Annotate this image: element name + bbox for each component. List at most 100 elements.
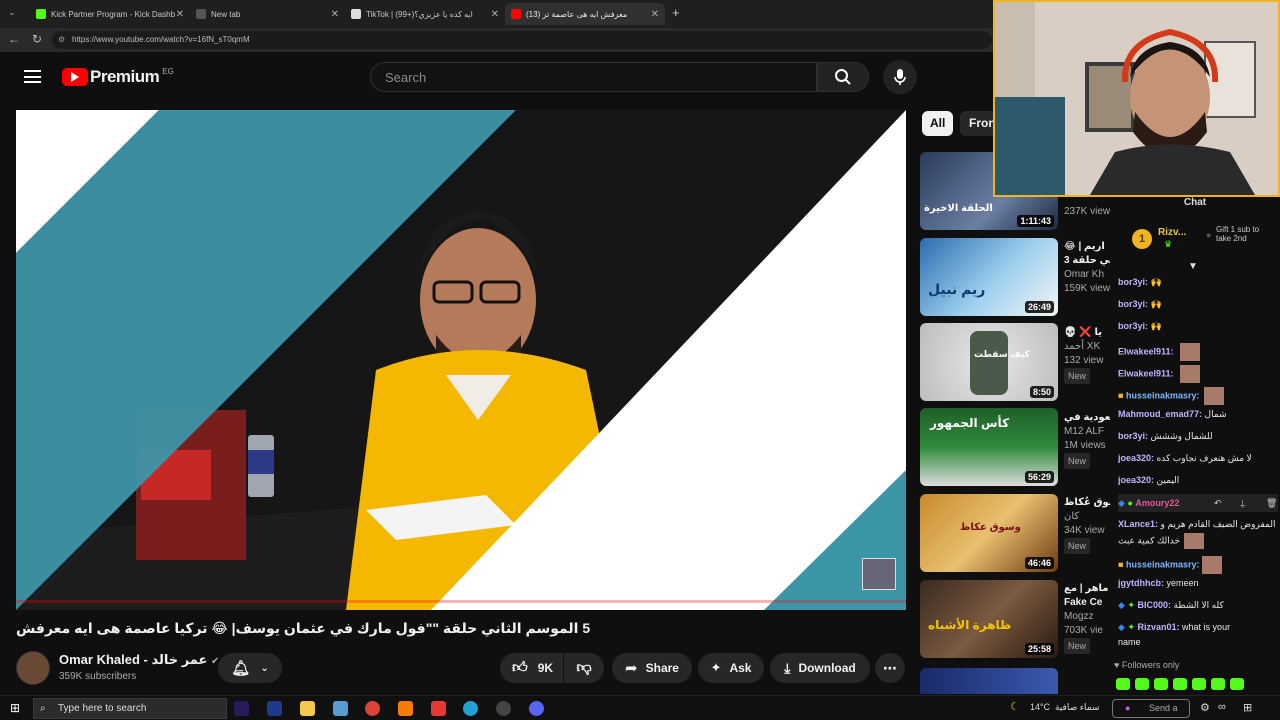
dislike-button[interactable]: 👎︎ (564, 653, 604, 683)
vlc-icon[interactable] (398, 701, 413, 716)
chat-username[interactable]: husseinakmasry: (1126, 390, 1200, 400)
photoshop-icon[interactable] (267, 701, 282, 716)
microphone-icon (894, 69, 906, 85)
tiktok-icon (351, 9, 361, 19)
taskbar-search-input[interactable]: ⌕ Type here to search (33, 698, 227, 719)
chat-username[interactable]: Amoury22 (1135, 498, 1179, 508)
view-count: 132 view (1064, 355, 1104, 366)
share-button[interactable]: ➦ Share (612, 653, 692, 683)
chat-username[interactable]: jgytdhhcb: (1118, 578, 1164, 588)
emote-bar[interactable] (1116, 678, 1266, 690)
recommendation-thumbnail[interactable]: وسوق عكاظ 46:46 (920, 494, 1058, 572)
close-icon[interactable]: ✕ (491, 9, 499, 20)
channel-name[interactable]: Omar Khaled - عمر خالد ✔ (59, 652, 219, 668)
chat-send-input[interactable]: ● Send a (1112, 699, 1190, 718)
discord-icon[interactable] (529, 701, 544, 716)
chat-username[interactable]: Mahmoud_emad77: (1118, 409, 1202, 419)
recommendation-thumbnail[interactable]: كيف سقطت 8:50 (920, 323, 1058, 401)
recommendation-thumbnail[interactable]: كأس الجمهور 56:29 (920, 408, 1058, 486)
channel-avatar[interactable] (16, 651, 50, 685)
chat-username[interactable]: bor3yi: (1118, 277, 1148, 287)
file-explorer-icon[interactable] (300, 701, 315, 716)
emote-icon[interactable] (1173, 678, 1187, 690)
close-icon[interactable]: ✕ (331, 9, 339, 20)
chat-message: Elwakeel911: (1118, 343, 1278, 361)
link-icon[interactable]: ∞ (1218, 701, 1226, 713)
app-icon[interactable] (333, 701, 348, 716)
emote-icon (1201, 556, 1222, 574)
windows-start-icon[interactable]: ⊞ (10, 701, 20, 715)
youtube-logo[interactable]: Premium EG (62, 67, 174, 87)
recommendation-thumbnail[interactable]: ريم نبيل 26:49 (920, 238, 1058, 316)
chrome-icon[interactable] (365, 701, 380, 716)
emote-icon[interactable] (1154, 678, 1168, 690)
thumbs-down-icon: 👎︎ (576, 659, 592, 676)
office-icon[interactable] (431, 701, 446, 716)
gift-icon[interactable]: ⊞ (1243, 701, 1252, 714)
search-input[interactable]: Search (370, 62, 817, 92)
recommendation-meta[interactable]: 💀 ❌ يا أحمد XK 132 view New (1064, 326, 1103, 384)
recommendation-thumbnail[interactable] (920, 668, 1058, 694)
delete-icon[interactable]: 🗑︎ (1266, 494, 1277, 512)
emote-icon[interactable] (1116, 678, 1130, 690)
chat-username[interactable]: Rizvan01: (1138, 622, 1180, 632)
chat-username[interactable]: joea320: (1118, 475, 1154, 485)
chat-username[interactable]: Elwakeel911: (1118, 346, 1174, 356)
chat-message: bor3yi: للشمال وششش (1118, 431, 1278, 442)
more-actions-button[interactable]: ⋯ (875, 653, 905, 683)
thumbnail-text: وسوق عكاظ (960, 522, 1021, 533)
top-gifter-name[interactable]: Rizv... (1158, 227, 1186, 238)
bell-icon: 🔔︎ (231, 660, 251, 677)
chat-username[interactable]: Elwakeel911: (1118, 368, 1174, 378)
chat-username[interactable]: BIC000: (1138, 600, 1172, 610)
gift-prompt[interactable]: Gift 1 sub to take 2nd (1216, 225, 1270, 243)
tab-list-icon[interactable]: ⌄ (8, 7, 16, 18)
tab-kick[interactable]: Kick Partner Program - Kick Dashb ✕ (30, 3, 190, 25)
voice-search-button[interactable] (883, 60, 917, 94)
emote-icon[interactable] (1135, 678, 1149, 690)
close-icon[interactable]: ✕ (176, 9, 184, 20)
close-icon[interactable]: ✕ (651, 9, 659, 20)
gift-icon: ● (1206, 230, 1212, 240)
tab-youtube[interactable]: (13) معرفش ايه هى عاصمة تر ✕ (505, 3, 665, 25)
emote-icon[interactable] (1192, 678, 1206, 690)
recommendation-meta[interactable]: ماهر | مع Fake Ce Mogzz 703K vie New (1064, 582, 1108, 654)
video-player[interactable] (16, 110, 906, 610)
chat-username[interactable]: bor3yi: (1118, 321, 1148, 331)
download-button[interactable]: ⤓ Download (770, 653, 870, 683)
collapse-icon[interactable]: ▼ (1188, 261, 1198, 272)
reload-icon[interactable]: ↻ (32, 32, 42, 46)
tab-tiktok[interactable]: TikTok | (99+)ايه كده يا عزيزي؟ ✕ (345, 3, 505, 25)
settings-icon[interactable]: ⚙ (1200, 701, 1210, 714)
obs-icon[interactable] (496, 701, 511, 716)
temperature[interactable]: 14°C (1030, 702, 1050, 712)
emote-icon[interactable] (1211, 678, 1225, 690)
site-info-icon[interactable]: ⚙ (58, 31, 65, 49)
new-tab-icon[interactable]: + (672, 5, 680, 20)
chat-username[interactable]: bor3yi: (1118, 299, 1148, 309)
chat-username[interactable]: XLance1: (1118, 519, 1158, 529)
chat-username[interactable]: husseinakmasry: (1126, 559, 1200, 569)
edge-icon[interactable] (463, 701, 478, 716)
menu-icon[interactable] (24, 70, 41, 83)
recommendation-meta[interactable]: 237K view (1064, 206, 1110, 217)
subscription-button[interactable]: 🔔︎ ⌄ (218, 653, 282, 683)
chip-all[interactable]: All (922, 111, 954, 136)
recommendation-thumbnail[interactable]: ظاهرة الأشباه 25:58 (920, 580, 1058, 658)
channel-watermark[interactable] (862, 558, 896, 590)
ask-button[interactable]: ✦ Ask (698, 653, 764, 683)
chat-username[interactable]: joea320: (1118, 453, 1154, 463)
chat-message: jgytdhhcb: yemeen (1118, 578, 1278, 588)
url-field[interactable]: ⚙ https://www.youtube.com/watch?v=16fN_s… (52, 31, 992, 49)
premiere-icon[interactable] (234, 701, 249, 716)
chip-from[interactable]: Fron (960, 111, 993, 136)
weather-text[interactable]: سماء صافية (1055, 702, 1099, 713)
back-icon[interactable]: ← (8, 32, 20, 46)
chat-username[interactable]: bor3yi: (1118, 431, 1148, 441)
emote-icon[interactable] (1230, 678, 1244, 690)
pin-icon[interactable]: ⍊ (1240, 494, 1245, 512)
like-button[interactable]: 👍︎ 9K (500, 653, 563, 683)
search-button[interactable] (817, 62, 869, 92)
reply-icon[interactable]: ↶ (1214, 494, 1222, 512)
tab-new[interactable]: New tab ✕ (190, 3, 345, 25)
